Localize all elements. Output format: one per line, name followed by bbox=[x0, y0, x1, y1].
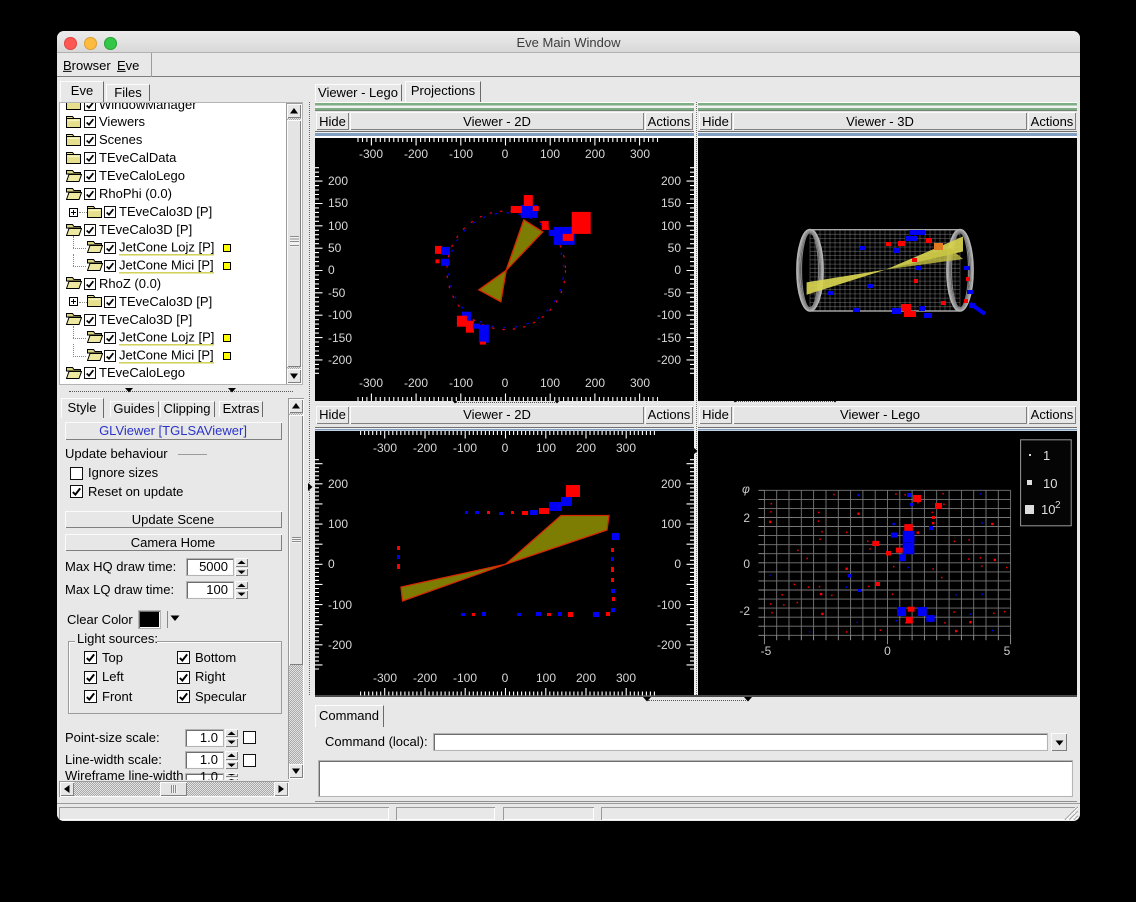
svg-text:-50: -50 bbox=[328, 286, 346, 300]
svg-text:50: 50 bbox=[328, 241, 342, 255]
svg-text:0: 0 bbox=[502, 441, 509, 455]
svg-text:-5: -5 bbox=[761, 644, 772, 658]
svg-text:10: 10 bbox=[1041, 502, 1055, 517]
svg-text:200: 200 bbox=[576, 441, 596, 455]
svg-text:100: 100 bbox=[661, 517, 681, 531]
svg-text:-150: -150 bbox=[657, 331, 681, 345]
svg-text:0: 0 bbox=[328, 263, 335, 277]
svg-text:-100: -100 bbox=[328, 308, 352, 322]
svg-text:10: 10 bbox=[1043, 476, 1057, 491]
svg-text:5: 5 bbox=[1004, 644, 1011, 658]
svg-text:-300: -300 bbox=[373, 441, 397, 455]
svg-text:-100: -100 bbox=[657, 598, 681, 612]
svg-text:-200: -200 bbox=[657, 638, 681, 652]
svg-text:200: 200 bbox=[585, 147, 605, 161]
svg-text:2: 2 bbox=[743, 511, 750, 525]
svg-text:-150: -150 bbox=[328, 331, 352, 345]
svg-text:1: 1 bbox=[1043, 448, 1050, 463]
svg-text:100: 100 bbox=[540, 147, 560, 161]
svg-text:-200: -200 bbox=[404, 147, 428, 161]
svg-text:-100: -100 bbox=[328, 598, 352, 612]
svg-text:-100: -100 bbox=[449, 376, 473, 390]
svg-text:-200: -200 bbox=[657, 353, 681, 367]
svg-text:-200: -200 bbox=[328, 638, 352, 652]
svg-text:200: 200 bbox=[661, 174, 681, 188]
svg-text:100: 100 bbox=[661, 219, 681, 233]
svg-text:-100: -100 bbox=[453, 441, 477, 455]
svg-text:200: 200 bbox=[328, 477, 348, 491]
svg-text:-300: -300 bbox=[373, 671, 397, 685]
svg-text:-50: -50 bbox=[664, 286, 682, 300]
svg-text:0: 0 bbox=[884, 644, 891, 658]
svg-text:0: 0 bbox=[502, 671, 509, 685]
svg-text:100: 100 bbox=[536, 671, 556, 685]
svg-text:150: 150 bbox=[661, 196, 681, 210]
svg-text:150: 150 bbox=[328, 196, 348, 210]
svg-text:0: 0 bbox=[502, 147, 509, 161]
svg-text:200: 200 bbox=[661, 477, 681, 491]
svg-text:-300: -300 bbox=[359, 147, 383, 161]
svg-text:100: 100 bbox=[536, 441, 556, 455]
svg-text:50: 50 bbox=[668, 241, 682, 255]
svg-text:0: 0 bbox=[502, 376, 509, 390]
svg-text:-200: -200 bbox=[413, 441, 437, 455]
svg-text:0: 0 bbox=[674, 263, 681, 277]
svg-text:-300: -300 bbox=[359, 376, 383, 390]
svg-text:300: 300 bbox=[630, 376, 650, 390]
svg-text:0: 0 bbox=[328, 557, 335, 571]
svg-text:2: 2 bbox=[1055, 500, 1061, 511]
svg-text:100: 100 bbox=[540, 376, 560, 390]
svg-text:100: 100 bbox=[328, 517, 348, 531]
svg-text:-200: -200 bbox=[413, 671, 437, 685]
svg-text:-2: -2 bbox=[739, 604, 750, 618]
svg-text:200: 200 bbox=[585, 376, 605, 390]
svg-text:-100: -100 bbox=[657, 308, 681, 322]
svg-text:-100: -100 bbox=[453, 671, 477, 685]
svg-text:200: 200 bbox=[328, 174, 348, 188]
svg-text:φ: φ bbox=[742, 482, 750, 496]
svg-text:-200: -200 bbox=[404, 376, 428, 390]
svg-text:0: 0 bbox=[674, 557, 681, 571]
svg-text:0: 0 bbox=[743, 557, 750, 571]
svg-text:300: 300 bbox=[616, 671, 636, 685]
svg-text:-200: -200 bbox=[328, 353, 352, 367]
svg-text:300: 300 bbox=[630, 147, 650, 161]
svg-text:-100: -100 bbox=[449, 147, 473, 161]
svg-text:300: 300 bbox=[616, 441, 636, 455]
svg-text:100: 100 bbox=[328, 219, 348, 233]
svg-text:200: 200 bbox=[576, 671, 596, 685]
